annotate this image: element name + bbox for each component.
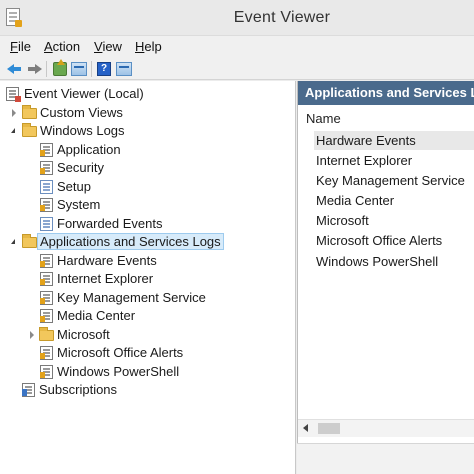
list-item[interactable]: Windows PowerShell (316, 252, 438, 271)
menu-action-label: ction (52, 39, 81, 54)
list-item[interactable]: Media Center (316, 191, 394, 210)
tree-item-custom-views[interactable]: Custom Views (10, 103, 126, 122)
tree-item-label: System (57, 197, 101, 212)
folder-icon (22, 234, 37, 248)
window-title: Event Viewer (233, 9, 331, 26)
tree-item-forwarded-events[interactable]: Forwarded Events (40, 214, 166, 233)
tree-item-hardware-events[interactable]: Hardware Events (40, 251, 160, 270)
column-header-name[interactable]: Name (298, 109, 474, 129)
tree-item-key-management-service[interactable]: Key Management Service (40, 288, 209, 307)
expand-arrow-icon[interactable] (10, 109, 18, 117)
menu-bar: File Action View Help (0, 36, 474, 58)
menu-help-mnemonic: H (135, 39, 145, 54)
list-item[interactable]: Internet Explorer (316, 151, 412, 170)
list-item[interactable]: Hardware Events (314, 131, 474, 150)
show-hide-console-tree-icon[interactable] (71, 62, 87, 76)
tree-item-system[interactable]: System (40, 195, 103, 214)
toolbar: ? (0, 58, 474, 80)
tree-item-subscriptions[interactable]: Subscriptions (22, 380, 120, 399)
collapse-arrow-icon[interactable] (10, 127, 18, 135)
tree-item-internet-explorer[interactable]: Internet Explorer (40, 269, 156, 288)
menu-file[interactable]: File (10, 39, 31, 54)
horizontal-scrollbar[interactable] (298, 419, 474, 437)
list-item[interactable]: Key Management Service (316, 171, 465, 190)
help-icon[interactable]: ? (97, 62, 111, 76)
tree-item-label: Windows PowerShell (57, 364, 180, 379)
menu-action-mnemonic: A (44, 39, 53, 54)
tree-item-label: Microsoft Office Alerts (57, 345, 184, 360)
menu-view[interactable]: View (94, 39, 122, 54)
tree-item-label: Key Management Service (57, 290, 206, 305)
title-bar: Event Viewer (0, 0, 474, 36)
results-pane[interactable]: Applications and Services L... Name Hard… (297, 81, 474, 443)
tree-item-applications-and-services-logs[interactable]: Applications and Services Logs (10, 232, 224, 251)
tree-item-label: Forwarded Events (57, 216, 163, 231)
log-icon (40, 309, 53, 323)
log-blue-icon (22, 383, 35, 397)
tree-item-label: Microsoft (57, 327, 110, 342)
list-item[interactable]: Microsoft Office Alerts (316, 231, 442, 250)
tree-item-security[interactable]: Security (40, 158, 107, 177)
menu-view-label: iew (102, 39, 122, 54)
tree-item-windows-logs[interactable]: Windows Logs (10, 121, 128, 140)
tree-item-application[interactable]: Application (40, 140, 124, 159)
menu-file-label: ile (17, 39, 31, 54)
log-icon (40, 161, 53, 175)
expand-arrow-icon[interactable] (28, 331, 36, 339)
tree-item-label: Media Center (57, 308, 136, 323)
scroll-left-arrow-icon[interactable] (303, 424, 308, 432)
tree-item-setup[interactable]: Setup (40, 177, 94, 196)
toolbar-separator (91, 61, 92, 77)
tree-item-label: Hardware Events (57, 253, 157, 268)
menu-help[interactable]: Help (135, 39, 162, 54)
list-item[interactable]: Microsoft (316, 211, 369, 230)
tree-item-windows-powershell[interactable]: Windows PowerShell (40, 362, 182, 381)
status-area (297, 443, 474, 474)
log-icon (40, 143, 53, 157)
tree-item-label: Windows Logs (40, 123, 125, 138)
forward-arrow-icon[interactable] (25, 60, 43, 78)
folder-icon (22, 123, 37, 137)
tree-item-label: Applications and Services Logs (37, 233, 224, 250)
tree-item-label: Security (57, 160, 104, 175)
folder-icon (22, 105, 37, 119)
tree-item-label: Internet Explorer (57, 271, 154, 286)
folder-icon (39, 327, 54, 341)
tree-item-label: Setup (57, 179, 91, 194)
log-icon (40, 346, 53, 360)
event-viewer-icon (6, 87, 21, 102)
scrollbar-thumb[interactable] (318, 423, 340, 434)
menu-file-mnemonic: F (10, 39, 18, 54)
results-pane-header: Applications and Services L... (298, 81, 474, 105)
log-plain-icon (40, 217, 53, 231)
tree-item-label: Subscriptions (39, 382, 118, 397)
tree-item-label: Application (57, 142, 121, 157)
tree-item-label: Event Viewer (Local) (24, 86, 144, 101)
tree-item-microsoft-office-alerts[interactable]: Microsoft Office Alerts (40, 343, 186, 362)
menu-action[interactable]: Action (44, 39, 80, 54)
tree-item-event-viewer-local[interactable]: Event Viewer (Local) (6, 84, 147, 103)
tree-item-media-center[interactable]: Media Center (40, 306, 138, 325)
back-arrow-icon[interactable] (6, 60, 24, 78)
toolbar-separator (46, 61, 47, 77)
show-hide-action-pane-icon[interactable] (116, 62, 132, 76)
log-icon (40, 365, 53, 379)
log-icon (40, 254, 53, 268)
collapse-arrow-icon[interactable] (10, 238, 18, 246)
up-level-icon[interactable] (53, 59, 67, 76)
tree-item-microsoft[interactable]: Microsoft (28, 325, 113, 344)
log-icon (40, 272, 53, 286)
console-tree[interactable]: Event Viewer (Local) Custom Views Window… (0, 81, 296, 474)
log-icon (40, 291, 53, 305)
log-plain-icon (40, 180, 53, 194)
tree-item-label: Custom Views (40, 105, 123, 120)
menu-help-label: elp (144, 39, 162, 54)
log-icon (40, 198, 53, 212)
